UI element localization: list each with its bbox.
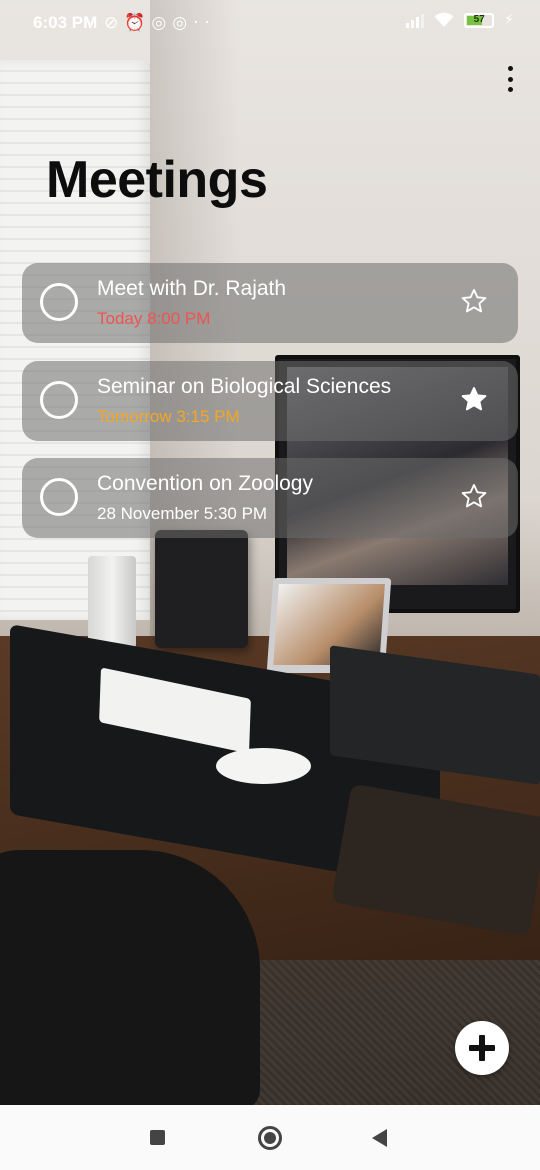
star-outline-icon[interactable]: [460, 482, 488, 510]
app-icon: ◎: [172, 13, 194, 33]
complete-checkbox[interactable]: [40, 478, 78, 516]
mute-icon: ⊘: [104, 13, 125, 33]
meeting-name: Meet with Dr. Rajath: [97, 277, 287, 300]
meeting-name: Seminar on Biological Sciences: [97, 375, 392, 398]
notification-icons: ⊘⏰◎◎··: [104, 13, 216, 33]
back-icon[interactable]: [372, 1129, 387, 1147]
system-nav-bar: [0, 1105, 540, 1170]
status-bar: 6:03 PM ⊘⏰◎◎·· 57 ⚡: [0, 0, 540, 46]
status-time: 6:03 PM: [33, 13, 98, 32]
meeting-card[interactable]: Meet with Dr. Rajath Today 8:00 PM: [22, 263, 518, 343]
more-vert-icon[interactable]: [504, 66, 516, 92]
complete-checkbox[interactable]: [40, 283, 78, 321]
mouse-image: [216, 748, 311, 784]
star-filled-icon[interactable]: [460, 385, 488, 413]
meeting-time: 28 November 5:30 PM: [97, 504, 268, 523]
speaker-image: [155, 530, 248, 648]
app-icon: ◎: [151, 13, 173, 33]
star-outline-icon[interactable]: [460, 287, 488, 315]
meeting-time: Today 8:00 PM: [97, 309, 211, 328]
meeting-card[interactable]: Convention on Zoology 28 November 5:30 P…: [22, 458, 518, 538]
cup-image: [88, 556, 136, 652]
battery-level: 57: [473, 13, 485, 25]
signal-icon: [406, 12, 425, 28]
chair-image: [0, 850, 260, 1105]
more-dots-icon: ··: [193, 13, 216, 33]
meeting-time: Tomorrow 3:15 PM: [97, 407, 240, 426]
charging-icon: ⚡: [504, 12, 514, 28]
alarm-icon: ⏰: [124, 13, 152, 33]
meeting-card[interactable]: Seminar on Biological Sciences Tomorrow …: [22, 361, 518, 441]
complete-checkbox[interactable]: [40, 381, 78, 419]
meeting-name: Convention on Zoology: [97, 472, 313, 495]
home-icon[interactable]: [258, 1126, 282, 1150]
add-meeting-button[interactable]: [455, 1021, 509, 1075]
recent-apps-icon[interactable]: [150, 1130, 165, 1145]
battery-icon: 57: [464, 12, 495, 28]
page-title: Meetings: [46, 151, 268, 209]
status-right: 57 ⚡: [406, 12, 514, 28]
wifi-icon: [434, 12, 454, 27]
